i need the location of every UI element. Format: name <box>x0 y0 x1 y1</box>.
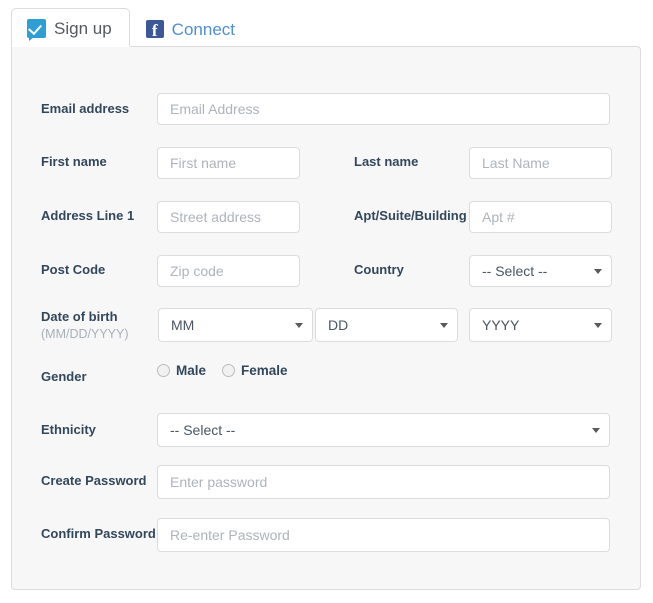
gender-radio-group: Male Female <box>157 363 288 378</box>
dob-year-select[interactable]: YYYY <box>469 308 612 342</box>
email-input[interactable] <box>157 93 610 125</box>
tab-connect-label: Connect <box>171 19 235 39</box>
radio-unchecked-icon[interactable] <box>222 364 236 377</box>
gender-option-female[interactable]: Female <box>222 363 288 378</box>
dob-month-value: MM <box>171 317 195 333</box>
signup-page: Sign up f Connect Email address First na… <box>0 0 653 603</box>
confirm-password-label: Confirm Password <box>41 526 156 541</box>
apt-suite-building-label: Apt/Suite/Building <box>354 208 467 223</box>
ethnicity-label: Ethnicity <box>41 422 96 437</box>
address-line-1-label: Address Line 1 <box>41 208 135 223</box>
date-of-birth-format-hint: (MM/DD/YYYY) <box>41 327 129 341</box>
ethnicity-select-value: -- Select -- <box>170 422 236 438</box>
tab-connect[interactable]: f Connect <box>130 11 253 46</box>
dob-month-select[interactable]: MM <box>158 308 313 342</box>
create-password-label: Create Password <box>41 473 147 488</box>
chevron-down-icon <box>295 323 303 328</box>
dob-day-select[interactable]: DD <box>315 308 458 342</box>
country-select-value: -- Select -- <box>482 263 548 279</box>
dob-year-value: YYYY <box>482 317 520 333</box>
gender-option-male-label: Male <box>176 363 207 378</box>
gender-label: Gender <box>41 369 87 384</box>
confirm-password-input[interactable] <box>157 518 610 552</box>
apt-suite-building-input[interactable] <box>469 201 612 233</box>
tab-sign-up[interactable]: Sign up <box>11 8 130 47</box>
chevron-down-icon <box>592 428 600 433</box>
chevron-down-icon <box>440 323 448 328</box>
country-select[interactable]: -- Select -- <box>469 255 612 287</box>
radio-unchecked-icon[interactable] <box>157 364 170 377</box>
tab-sign-up-label: Sign up <box>54 19 112 38</box>
facebook-icon: f <box>145 20 164 38</box>
post-code-label: Post Code <box>41 262 106 277</box>
email-label: Email address <box>41 101 130 116</box>
last-name-input[interactable] <box>469 147 612 179</box>
dob-day-value: DD <box>328 317 349 333</box>
address-line-1-input[interactable] <box>157 201 300 233</box>
gender-option-female-label: Female <box>241 363 288 378</box>
chevron-down-icon <box>594 269 602 274</box>
gender-option-male[interactable]: Male <box>157 363 206 378</box>
last-name-label: Last name <box>354 154 419 169</box>
first-name-input[interactable] <box>157 147 300 179</box>
country-label: Country <box>354 262 404 277</box>
post-code-input[interactable] <box>157 255 300 287</box>
tab-bar: Sign up f Connect <box>11 8 253 47</box>
first-name-label: First name <box>41 154 107 169</box>
signup-check-bubble-icon <box>27 19 46 41</box>
signup-form-panel: Email address First name Last name Addre… <box>11 46 641 590</box>
date-of-birth-label: Date of birth <box>41 309 118 324</box>
chevron-down-icon <box>594 323 602 328</box>
create-password-input[interactable] <box>157 465 610 499</box>
ethnicity-select[interactable]: -- Select -- <box>157 413 610 447</box>
